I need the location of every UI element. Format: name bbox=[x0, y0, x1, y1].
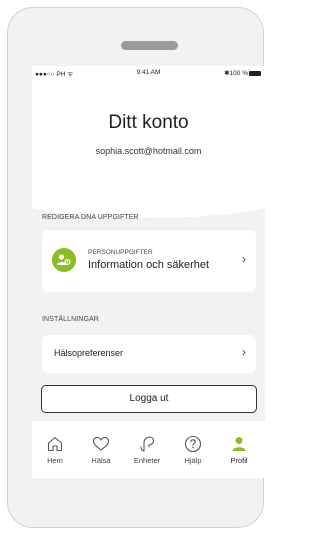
chevron-right-icon: › bbox=[242, 252, 246, 266]
battery-status: ✱100 % bbox=[224, 69, 261, 77]
section-label-settings: INSTÄLLNINGAR bbox=[42, 316, 99, 323]
tab-home[interactable]: Hem bbox=[32, 421, 78, 478]
section-label-edit: REDIGERA DNA UPPGIFTER bbox=[42, 214, 139, 221]
personal-info-card[interactable]: PERSONUPPGIFTER Information och säkerhet… bbox=[42, 230, 256, 292]
tab-home-label: Hem bbox=[47, 456, 63, 465]
screen: ●●●○○ PH ᯤ 9:41 AM ✱100 % Ditt konto sop… bbox=[32, 66, 265, 478]
user-settings-icon bbox=[52, 248, 76, 272]
personal-info-title: Information och säkerhet bbox=[88, 259, 210, 271]
phone-speaker bbox=[121, 41, 178, 50]
hearing-aid-icon bbox=[140, 436, 155, 452]
phone-frame: ●●●○○ PH ᯤ 9:41 AM ✱100 % Ditt konto sop… bbox=[7, 7, 265, 528]
tab-profile[interactable]: Profil bbox=[216, 421, 262, 478]
home-icon bbox=[47, 436, 63, 452]
status-bar: ●●●○○ PH ᯤ 9:41 AM ✱100 % bbox=[32, 69, 265, 81]
tab-help-label: Hjälp bbox=[184, 456, 202, 465]
account-header: ●●●○○ PH ᯤ 9:41 AM ✱100 % Ditt konto sop… bbox=[32, 66, 265, 218]
chevron-right-icon: › bbox=[242, 345, 246, 359]
health-preferences-label: Hälsopreferenser bbox=[54, 348, 124, 358]
tab-health[interactable]: Hälsa bbox=[78, 421, 124, 478]
logout-button[interactable]: Logga ut bbox=[41, 385, 257, 413]
page-title: Ditt konto bbox=[108, 112, 189, 133]
bottom-tab-bar: Hem Hälsa Enheter Hjälp Profil bbox=[32, 421, 265, 478]
account-email: sophia.scott@hotmail.com bbox=[95, 146, 202, 156]
profile-icon bbox=[232, 437, 246, 451]
personal-info-caption: PERSONUPPGIFTER bbox=[88, 249, 153, 256]
battery-label: ✱100 % bbox=[224, 70, 248, 77]
tab-profile-label: Profil bbox=[230, 456, 248, 465]
tab-devices-label: Enheter bbox=[133, 456, 161, 465]
help-icon bbox=[184, 435, 202, 453]
header-curve bbox=[32, 158, 265, 218]
health-preferences-row[interactable]: Hälsopreferenser › bbox=[42, 335, 256, 373]
tab-help[interactable]: Hjälp bbox=[170, 421, 216, 478]
battery-icon bbox=[249, 70, 261, 76]
tab-health-label: Hälsa bbox=[91, 456, 111, 465]
tab-devices[interactable]: Enheter bbox=[124, 421, 170, 478]
heart-icon bbox=[92, 436, 110, 451]
